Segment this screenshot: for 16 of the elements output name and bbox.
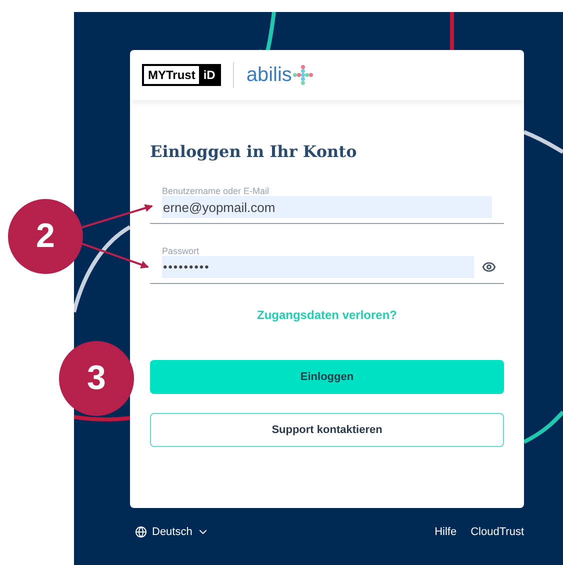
footer-link[interactable]: Hilfe — [434, 524, 457, 540]
dotted-cross-icon — [292, 65, 313, 85]
footer-link[interactable]: CloudTrust — [470, 524, 524, 540]
logo-text: abilis — [246, 65, 292, 85]
input-field[interactable]: ••••••••• — [162, 256, 474, 278]
field-label: Benutzername oder E-Mail — [162, 186, 270, 196]
language-selector[interactable]: Deutsch — [135, 524, 210, 540]
input-field[interactable]: erne@yopmail.com — [162, 196, 492, 218]
login-button[interactable]: Einloggen — [150, 360, 504, 394]
globe-icon — [135, 526, 147, 538]
field-label: Passwort — [162, 246, 200, 256]
support-button[interactable]: Support kontaktieren — [150, 413, 504, 447]
logo: MYTrust iD — [142, 64, 222, 86]
page-title: Einloggen in Ihr Konto — [150, 141, 357, 163]
annotation-arrow — [80, 242, 149, 268]
step-marker: 2 — [8, 199, 83, 274]
